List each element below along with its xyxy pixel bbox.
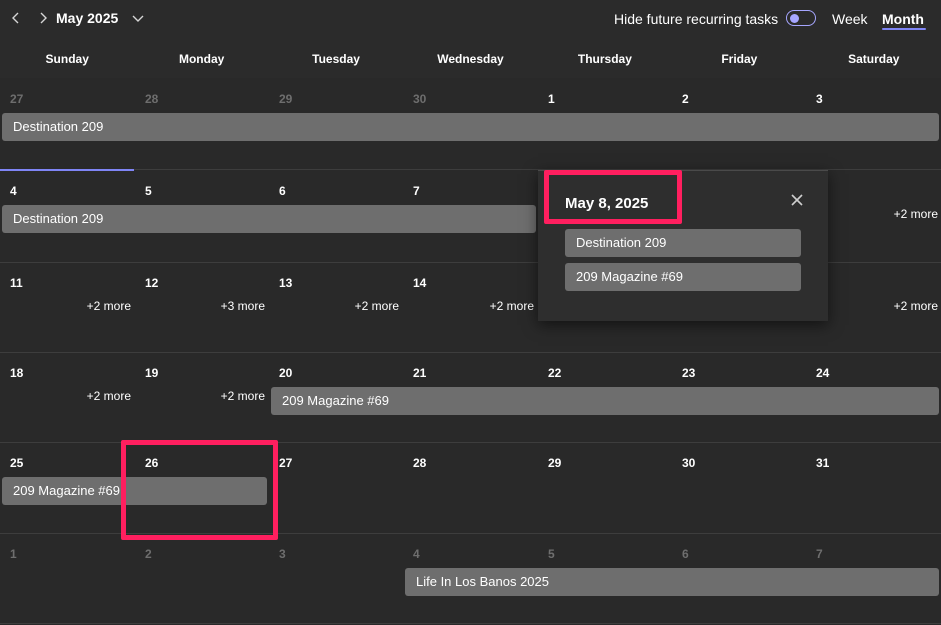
date-cell[interactable]: 28 (413, 456, 426, 470)
dow-monday: Monday (178, 52, 225, 66)
date-cell[interactable]: 22 (548, 366, 561, 380)
date-cell[interactable]: 29 (548, 456, 561, 470)
date-cell[interactable]: 30 (682, 456, 695, 470)
date-cell[interactable]: 3 (279, 547, 286, 561)
more-events-link[interactable]: +2 more (72, 389, 131, 403)
date-cell[interactable]: 29 (279, 92, 292, 106)
month-picker-button[interactable] (129, 9, 147, 27)
more-events-link[interactable]: +2 more (206, 389, 265, 403)
date-cell[interactable]: 2 (682, 92, 689, 106)
date-cell[interactable]: 5 (548, 547, 555, 561)
date-cell[interactable]: 4 (10, 184, 17, 198)
highlight-box-day-26 (121, 440, 278, 540)
more-events-link[interactable]: +3 more (206, 299, 265, 313)
event-209-magazine-69[interactable]: 209 Magazine #69 (271, 387, 939, 415)
toggle-knob (790, 13, 799, 23)
highlight-box-popup-date (544, 170, 682, 224)
view-week-button[interactable]: Week (832, 11, 868, 27)
previous-month-button[interactable] (7, 9, 25, 27)
date-cell[interactable]: 19 (145, 366, 158, 380)
date-cell[interactable]: 3 (816, 92, 823, 106)
dow-saturday: Saturday (848, 52, 900, 66)
dow-wednesday: Wednesday (437, 52, 504, 66)
date-cell[interactable]: 21 (413, 366, 426, 380)
event-destination-209[interactable]: Destination 209 (2, 205, 536, 233)
active-view-indicator (882, 28, 926, 30)
date-cell[interactable]: 23 (682, 366, 695, 380)
date-cell[interactable]: 25 (10, 456, 23, 470)
more-events-link[interactable]: +2 more (475, 299, 534, 313)
date-cell[interactable]: 11 (10, 276, 23, 290)
date-cell[interactable]: 1 (10, 547, 17, 561)
date-cell[interactable]: 14 (413, 276, 426, 290)
hide-recurring-label: Hide future recurring tasks (614, 11, 779, 27)
date-cell[interactable]: 24 (816, 366, 829, 380)
calendar-header: May 2025 Hide future recurring tasks Wee… (0, 0, 941, 40)
date-cell[interactable]: 2 (145, 547, 152, 561)
date-cell[interactable]: 6 (279, 184, 286, 198)
row-divider (0, 352, 941, 353)
date-cell[interactable]: 5 (145, 184, 152, 198)
date-cell[interactable]: 18 (10, 366, 23, 380)
close-icon (791, 194, 803, 206)
more-events-link[interactable]: +2 more (880, 207, 938, 221)
dow-friday: Friday (721, 52, 758, 66)
dow-thursday: Thursday (577, 52, 632, 66)
date-cell[interactable]: 6 (682, 547, 689, 561)
date-cell[interactable]: 31 (816, 456, 829, 470)
date-cell[interactable]: 13 (279, 276, 292, 290)
date-cell[interactable]: 27 (279, 456, 292, 470)
chevron-left-icon (12, 12, 19, 24)
date-cell[interactable]: 4 (413, 547, 420, 561)
next-month-button[interactable] (34, 9, 52, 27)
event-life-in-los-banos-2025[interactable]: Life In Los Banos 2025 (405, 568, 939, 596)
popup-event-destination-209[interactable]: Destination 209 (565, 229, 801, 257)
hide-recurring-toggle[interactable] (786, 10, 816, 26)
popup-event-209-magazine-69[interactable]: 209 Magazine #69 (565, 263, 801, 291)
chevron-down-icon (132, 15, 144, 22)
day-of-week-row: Sunday Monday Tuesday Wednesday Thursday… (0, 40, 941, 78)
view-month-button[interactable]: Month (882, 11, 924, 27)
month-label[interactable]: May 2025 (56, 10, 118, 26)
date-cell[interactable]: 7 (413, 184, 420, 198)
date-cell[interactable]: 12 (145, 276, 158, 290)
event-destination-209[interactable]: Destination 209 (2, 113, 939, 141)
more-events-link[interactable]: +2 more (880, 299, 938, 313)
date-cell[interactable]: 1 (548, 92, 555, 106)
more-events-link[interactable]: +2 more (72, 299, 131, 313)
date-cell[interactable]: 28 (145, 92, 158, 106)
current-week-indicator (0, 169, 134, 171)
date-cell[interactable]: 7 (816, 547, 823, 561)
popup-close-button[interactable] (788, 191, 806, 209)
date-cell[interactable]: 27 (10, 92, 23, 106)
chevron-right-icon (40, 12, 47, 24)
dow-sunday: Sunday (45, 52, 89, 66)
row-divider (0, 623, 941, 624)
date-cell[interactable]: 20 (279, 366, 292, 380)
more-events-link[interactable]: +2 more (340, 299, 399, 313)
dow-tuesday: Tuesday (312, 52, 360, 66)
date-cell[interactable]: 30 (413, 92, 426, 106)
